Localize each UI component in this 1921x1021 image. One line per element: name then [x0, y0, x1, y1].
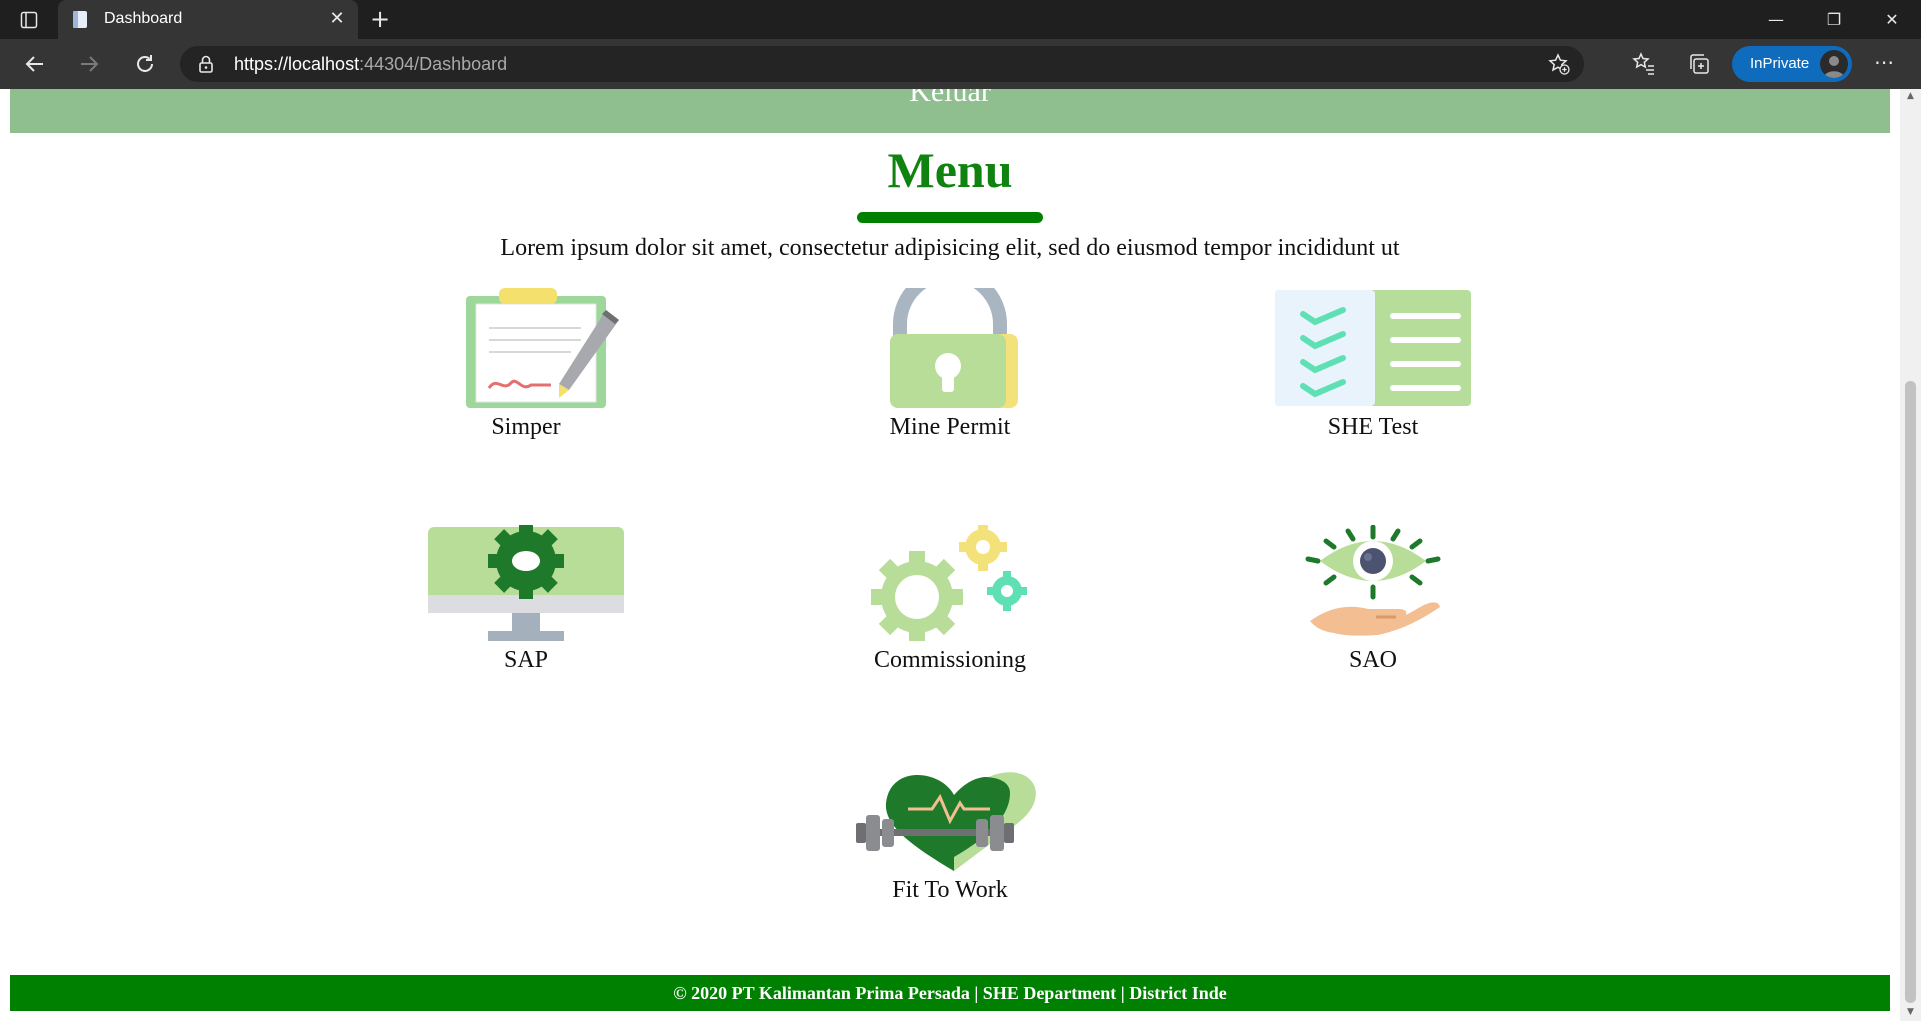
clipboard-pen-icon: [466, 288, 619, 408]
browser-tab[interactable]: Dashboard ✕: [58, 0, 358, 39]
menu-label-she-test: SHE Test: [1327, 414, 1419, 440]
menu-label-sao: SAO: [1348, 647, 1397, 673]
browser-toolbar: https://localhost:44304/Dashboard InPriv…: [0, 39, 1921, 89]
url-path: :44304/Dashboard: [359, 54, 508, 74]
window-close-icon[interactable]: ✕: [1864, 0, 1920, 39]
footer-text: © 2020 PT Kalimantan Prima Persada | SHE…: [673, 983, 1227, 1003]
menu-label-fit-to-work: Fit To Work: [892, 877, 1008, 903]
menu-item-sap[interactable]: SAP: [396, 525, 656, 674]
restore-icon[interactable]: ❐: [1806, 0, 1862, 39]
menu-item-simper[interactable]: Simper: [396, 288, 656, 441]
page-title: Menu: [887, 142, 1013, 198]
url-host: https://localhost: [234, 54, 360, 74]
menu-item-fit-to-work[interactable]: Fit To Work: [820, 771, 1080, 904]
menu-label-mine-permit: Mine Permit: [889, 414, 1011, 440]
avatar: [1820, 50, 1848, 78]
address-bar[interactable]: https://localhost:44304/Dashboard: [180, 46, 1584, 82]
page-viewport: Keluar Menu Lorem ipsum dolor sit amet, …: [0, 89, 1900, 1021]
menu-description: Lorem ipsum dolor sit amet, consectetur …: [500, 235, 1400, 261]
menu-item-sao[interactable]: SAO: [1243, 525, 1503, 674]
eye-hand-icon: [1305, 525, 1441, 636]
hero-banner: Keluar: [10, 89, 1890, 133]
tab-close-icon[interactable]: ✕: [326, 8, 348, 30]
menu-item-mine-permit[interactable]: Mine Permit: [820, 288, 1080, 441]
gears-icon: [871, 525, 1027, 641]
title-underline: [857, 212, 1043, 223]
tab-title: Dashboard: [104, 10, 183, 27]
monitor-gear-icon: [428, 525, 624, 641]
heart-dumbbell-icon: [856, 772, 1036, 871]
url-text: https://localhost:44304/Dashboard: [234, 54, 507, 75]
inprivate-label: InPrivate: [1750, 55, 1810, 72]
back-icon[interactable]: [18, 47, 52, 81]
collections-icon[interactable]: [1684, 49, 1714, 79]
inprivate-button[interactable]: InPrivate: [1732, 46, 1852, 82]
browser-titlebar: Dashboard ✕ + — ❐ ✕: [0, 0, 1921, 39]
padlock-icon: [890, 288, 1018, 408]
hero-bottom-strip: [28, 133, 1852, 139]
refresh-icon[interactable]: [128, 47, 162, 81]
page-scrollbar[interactable]: ▲ ▼: [1900, 89, 1921, 1021]
scroll-up-icon[interactable]: ▲: [1905, 91, 1916, 101]
checklist-icon: [1275, 290, 1471, 406]
menu-item-she-test[interactable]: SHE Test: [1243, 288, 1503, 441]
menu-label-sap: SAP: [503, 647, 549, 673]
lock-icon[interactable]: [198, 55, 214, 73]
more-options-icon[interactable]: ⋯: [1866, 49, 1902, 79]
forward-icon[interactable]: [72, 47, 106, 81]
scroll-down-icon[interactable]: ▼: [1905, 1007, 1916, 1017]
menu-label-commissioning: Commissioning: [873, 647, 1027, 673]
new-tab-icon[interactable]: +: [366, 6, 394, 34]
menu-item-commissioning[interactable]: Commissioning: [820, 525, 1080, 674]
minimize-icon[interactable]: —: [1748, 0, 1804, 39]
add-favorite-icon[interactable]: [1548, 53, 1570, 75]
scroll-thumb[interactable]: [1905, 381, 1916, 1003]
hero-text: Keluar: [909, 89, 991, 108]
tab-actions-icon[interactable]: [14, 8, 44, 32]
favorites-icon[interactable]: [1629, 49, 1659, 79]
page-favicon-icon: [72, 10, 88, 29]
page-footer: © 2020 PT Kalimantan Prima Persada | SHE…: [10, 975, 1890, 1011]
menu-label-simper: Simper: [491, 414, 561, 440]
